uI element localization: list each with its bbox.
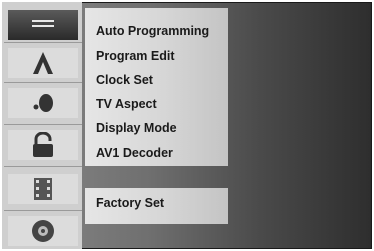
- menu-item-auto-programming[interactable]: Auto Programming: [96, 24, 209, 38]
- menu-item-av1-decoder[interactable]: AV1 Decoder: [96, 146, 173, 160]
- language-icon[interactable]: [8, 48, 78, 78]
- menu-item-clock-set[interactable]: Clock Set: [96, 73, 153, 87]
- menu-item-tv-aspect[interactable]: TV Aspect: [96, 97, 157, 111]
- menu-item-program-edit[interactable]: Program Edit: [96, 49, 175, 63]
- divider: [4, 42, 82, 43]
- menu-item-factory-set[interactable]: Factory Set: [96, 196, 164, 210]
- divider: [4, 124, 82, 125]
- lock-icon[interactable]: [8, 130, 78, 160]
- recording-glyph: [34, 178, 52, 200]
- divider: [4, 210, 82, 211]
- audio-icon[interactable]: [8, 88, 78, 118]
- general-settings-icon[interactable]: [8, 10, 78, 40]
- menu-item-display-mode[interactable]: Display Mode: [96, 121, 177, 135]
- disc-icon[interactable]: [8, 216, 78, 246]
- icon-sidebar: [2, 2, 82, 249]
- disc-glyph: [32, 220, 54, 242]
- divider: [4, 82, 82, 83]
- recording-icon[interactable]: [8, 174, 78, 204]
- audio-glyph: [33, 94, 53, 112]
- divider: [4, 166, 82, 167]
- language-glyph: [33, 52, 53, 74]
- general-settings-glyph: [32, 20, 54, 27]
- lock-glyph: [33, 132, 53, 157]
